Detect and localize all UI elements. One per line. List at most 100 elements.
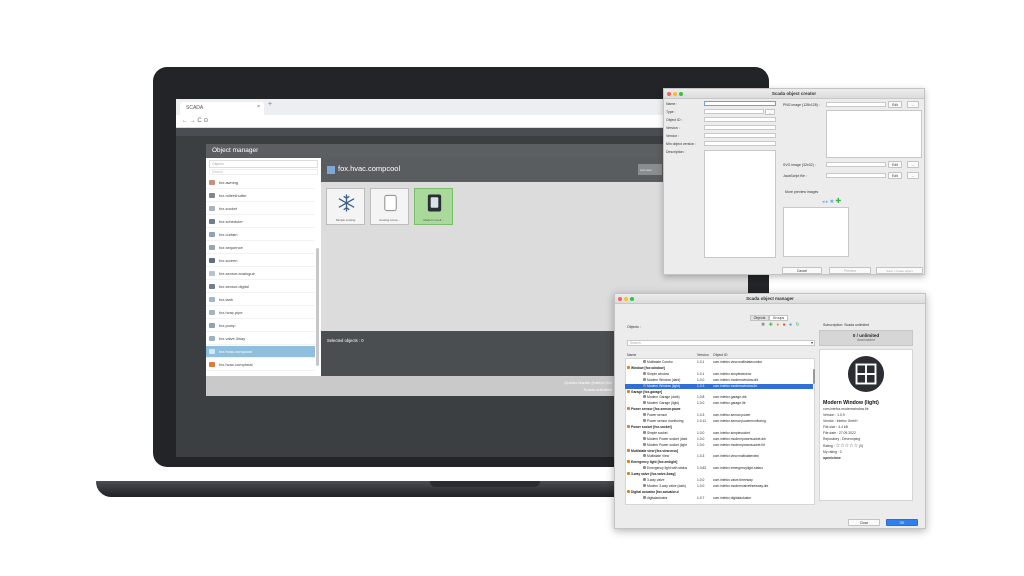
table-group-row[interactable]: Emergency light [fox.emlight] <box>625 460 813 465</box>
browser-tab[interactable]: SCADA × <box>180 102 264 115</box>
object-icon <box>643 466 646 470</box>
save-create-button[interactable]: Save / create object <box>876 267 923 274</box>
object-filter-input[interactable]: Search <box>209 169 318 175</box>
list-view-button[interactable]: List view <box>638 164 662 175</box>
close-button[interactable]: Close <box>848 519 880 526</box>
rating-count: (0) <box>859 444 864 448</box>
close-icon[interactable] <box>618 297 622 301</box>
arrow-icons[interactable]: ◂ ▸ ✖ ✚ <box>822 197 841 205</box>
row-name: digitalactuator <box>643 495 668 500</box>
sidebar-item[interactable]: fox.sensor.digital <box>206 281 315 293</box>
table-group-row[interactable]: Multistate view [fox.view.mso] <box>625 448 813 454</box>
sidebar-item[interactable]: fox.hvac.pipe <box>206 307 315 319</box>
tile-modern-cooling[interactable]: Modern Cooli... <box>414 188 453 225</box>
row-name-text: Multistate View <box>647 454 670 459</box>
field-input[interactable] <box>704 101 776 106</box>
table-row[interactable]: Modern Garage (dark) 1.0.8 com.intefox.gar… <box>625 395 813 400</box>
table-row[interactable]: digitalactuator 1.0.7 com.intefox.digitala… <box>625 495 813 501</box>
svg-edit-button[interactable]: Edit <box>888 161 902 168</box>
minimize-icon[interactable] <box>673 92 677 96</box>
table-group-row[interactable]: Digital actuator [fox.actuator.d <box>625 489 813 495</box>
table-row[interactable]: Modern 3-way valve (dark) 1.0.0 com.intefo… <box>625 483 813 489</box>
close-icon[interactable]: × <box>257 104 260 110</box>
scrollbar[interactable] <box>316 248 319 366</box>
table-row[interactable]: Power sensor monitoring 1.0.11 com.intefox… <box>625 419 813 424</box>
table-row[interactable]: Power sensor 1.0.3 com.intefox.sensor.powe… <box>625 413 813 418</box>
type-browse-button[interactable]: ... <box>765 109 775 115</box>
sidebar-item-label: fox.rollershutter <box>219 193 247 198</box>
sidebar-item[interactable]: fox.rollershutter <box>206 190 315 202</box>
sidebar-item[interactable]: fox.valve.3way <box>206 333 315 345</box>
description-textarea[interactable] <box>704 150 776 258</box>
table-group-row[interactable]: 3-way valve [fox.valve.3way] <box>625 472 813 477</box>
field-input[interactable] <box>704 141 776 146</box>
sidebar-item[interactable]: fox.awning <box>206 177 315 189</box>
folder-icon <box>627 460 630 464</box>
sidebar-item[interactable]: fox.screen <box>206 255 315 267</box>
svg-browse-button[interactable]: ... <box>907 161 919 168</box>
table-row[interactable]: Modern Window (dark) 1.0.0 com.intefox.mod… <box>625 377 813 383</box>
object-icon <box>643 442 646 446</box>
javascript-file-path[interactable] <box>826 173 886 178</box>
field-label: Object ID : <box>666 118 683 122</box>
sidebar-item[interactable]: fox.sequence <box>206 242 315 254</box>
table-group-row[interactable]: Power sensor [fox.sensor.powe <box>625 407 813 412</box>
field-input[interactable] <box>704 117 776 122</box>
table-row[interactable]: Multistate View 1.0.3 com.intefox.view.mul… <box>625 454 813 459</box>
sidebar-item[interactable]: fox.tank <box>206 294 315 306</box>
object-list-sidebar: Objects Search fox.awning fox.rollershutt… <box>206 158 321 376</box>
table-row[interactable]: Simple socket 1.0.0 com.intefox.simplesock… <box>625 430 813 436</box>
minimize-icon[interactable] <box>624 297 628 301</box>
scrollbar[interactable] <box>813 369 815 384</box>
preview-button[interactable]: Preview <box>829 267 871 274</box>
maximize-icon[interactable] <box>630 297 634 301</box>
tile-label: Modern Cooli... <box>423 218 444 222</box>
sidebar-item[interactable]: fox.hvac.compcool <box>206 346 315 358</box>
png-image-path[interactable] <box>826 102 886 107</box>
table-row[interactable]: Multistate Combo 1.0.1 com.intefox.view.mu… <box>625 360 813 365</box>
table-row[interactable]: Modern Garage (light) 1.0.0 com.intefox.ga… <box>625 401 813 406</box>
field-input[interactable] <box>704 125 776 130</box>
field-input[interactable] <box>704 133 776 138</box>
sidebar-item[interactable]: fox.hvac.compheat <box>206 359 315 371</box>
object-search-input[interactable]: Search <box>627 340 815 346</box>
table-group-row[interactable]: Power socket [fox.socket] <box>625 424 813 430</box>
table-row[interactable]: Modern Window (light) 1.0.9 com.intefox.mo… <box>625 383 813 389</box>
table-row[interactable]: 3-way valve 1.0.0 com.intefox.valve.threew… <box>625 478 813 483</box>
svg-image-path[interactable] <box>826 162 886 167</box>
table-group-row[interactable]: Window [fox.window] <box>625 365 813 371</box>
sidebar-item[interactable]: fox.pump <box>206 320 315 332</box>
sidebar-item[interactable]: fox.socket <box>206 203 315 215</box>
table-row[interactable]: Modern Power socket (dark 1.0.0 com.intefo… <box>625 436 813 442</box>
table-group-row[interactable]: Garage [fox.garage] <box>625 389 813 395</box>
tile-cooling-comp[interactable]: Cooling comp... <box>370 188 409 225</box>
table-row[interactable]: Modern Power socket (light 1.0.0 com.intef… <box>625 442 813 448</box>
sidebar-item[interactable]: fox.scheduler <box>206 216 315 228</box>
js-edit-button[interactable]: Edit <box>888 172 902 179</box>
sidebar-item[interactable]: fox.sensor.analogue <box>206 268 315 280</box>
png-browse-button[interactable]: ... <box>907 101 919 108</box>
tab-groups[interactable]: Groups <box>769 315 788 321</box>
table-row[interactable]: Simple window 1.0.1 com.intefox.simplewind… <box>625 371 813 377</box>
tab-objects[interactable]: Objects <box>750 315 769 321</box>
js-browse-button[interactable]: ... <box>907 172 919 179</box>
new-tab-icon[interactable]: + <box>268 101 272 108</box>
row-name: Modern Power socket (dark <box>643 436 687 441</box>
png-edit-button[interactable]: Edit <box>888 101 902 108</box>
maximize-icon[interactable] <box>679 92 683 96</box>
ok-button[interactable]: OK <box>886 519 918 526</box>
sidebar-item-label: fox.sensor.analogue <box>219 271 255 276</box>
tile-simple-cooling[interactable]: Simple cooling <box>326 188 365 225</box>
cancel-button[interactable]: Cancel <box>782 267 822 274</box>
toolbar-icons[interactable]: ✖ ✚ ● ● ● ↻ <box>761 322 801 328</box>
chevron-down-icon[interactable]: ▾ <box>811 340 813 345</box>
field-input[interactable] <box>704 109 764 114</box>
star-icon[interactable]: ☆☆☆☆☆ <box>836 443 858 449</box>
object-search-input[interactable]: Objects <box>209 160 318 168</box>
close-icon[interactable] <box>667 92 671 96</box>
row-name-text: Multistate view [fox.view.mso] <box>631 448 679 453</box>
field-label: Name : <box>666 102 678 106</box>
sidebar-item[interactable]: fox.curtain <box>206 229 315 241</box>
object-icon <box>209 193 215 198</box>
table-row[interactable]: Emergency light with status 1.0.62 com.int… <box>625 466 813 471</box>
